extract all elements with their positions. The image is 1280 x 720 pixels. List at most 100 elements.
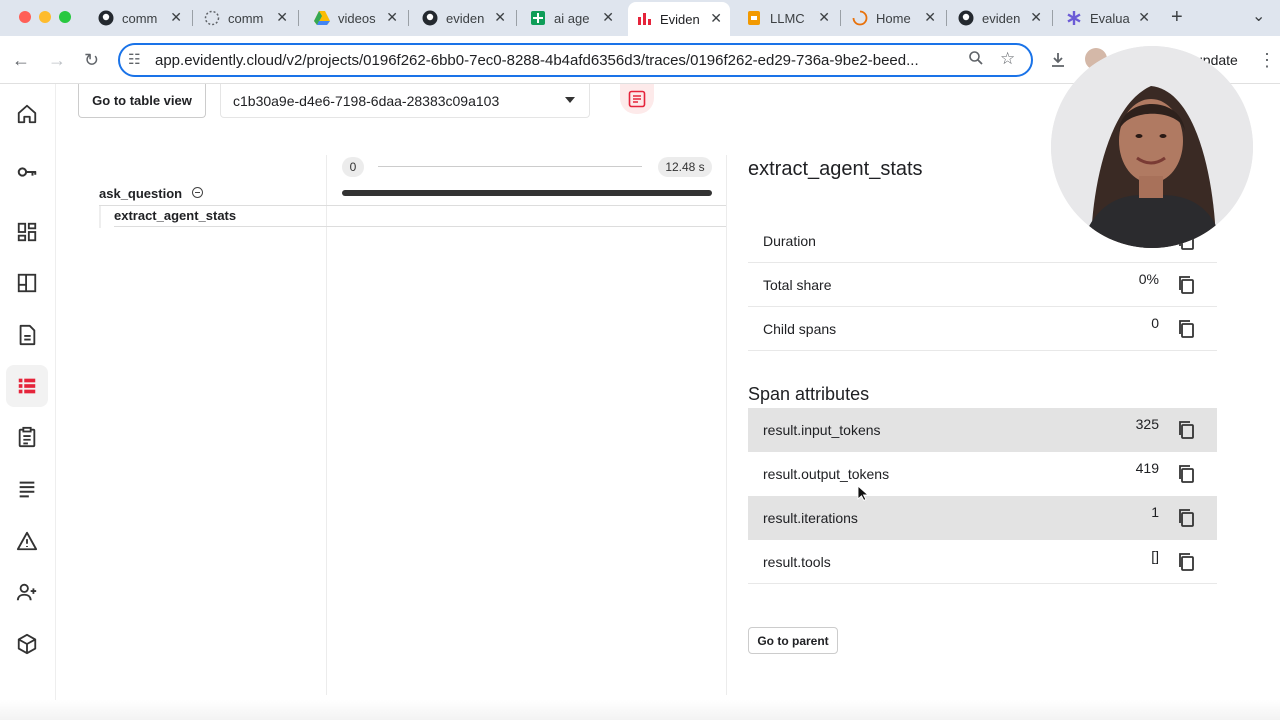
back-arrow-icon[interactable]: ← [12,50,30,71]
attribute-value: 1 [1151,504,1159,520]
github-icon [958,10,974,26]
span-name-selected[interactable]: extract_agent_stats [114,208,236,223]
tab-title: Evalua [1090,10,1130,26]
sidebar-item-home[interactable] [6,93,48,135]
webcam-video-overlay [1051,46,1253,248]
tab-title: eviden [446,10,485,26]
go-to-parent-button[interactable]: Go to parent [748,627,838,654]
sidebar-item-alerts[interactable] [6,520,48,562]
copy-icon[interactable] [1177,552,1195,572]
sidebar-item-traces[interactable] [6,365,48,407]
close-icon[interactable]: ✕ [818,9,830,26]
attribute-row: result.tools [] [748,540,1217,584]
close-icon[interactable]: ✕ [276,9,288,26]
forward-arrow-icon[interactable]: → [48,50,66,71]
copy-icon[interactable] [1177,464,1195,484]
sidebar-item-dashboard[interactable] [6,211,48,253]
reload-icon[interactable]: ↻ [84,50,99,71]
layout-icon [17,273,37,293]
copy-icon[interactable] [1177,275,1195,295]
trace-id-value: c1b30a9e-d4e6-7198-6daa-28383c09a103 [233,92,500,109]
browser-tab[interactable]: ai age ✕ [522,4,622,32]
tab-search-chevron-icon[interactable]: ⌄ [1252,6,1265,26]
browser-tab-active[interactable]: Eviden ✕ [628,2,730,36]
attribute-key: result.input_tokens [763,422,881,438]
browser-tab[interactable]: Evalua ✕ [1058,4,1158,32]
tab-title: ai age [554,10,590,26]
sidebar-item-datasets[interactable] [6,314,48,356]
more-menu-icon[interactable]: ⋮ [1258,50,1276,71]
address-bar[interactable]: ☷ app.evidently.cloud/v2/projects/0196f2… [118,43,1033,77]
mouse-cursor-icon [857,485,869,501]
stat-value: 0% [1138,271,1159,287]
sidebar-item-evaluations[interactable] [6,416,48,458]
close-icon[interactable]: ✕ [924,9,936,26]
browser-tab[interactable]: comm ✕ [196,4,296,32]
stat-value: 0 [1151,315,1159,331]
notes-button[interactable] [620,84,654,114]
window-minimize-button[interactable] [39,11,51,23]
spinner-icon [852,10,868,26]
tab-title: Eviden [660,11,700,27]
span-attributes-heading: Span attributes [748,384,870,404]
zoom-icon[interactable] [968,50,984,66]
row-divider [114,226,726,227]
tab-title: Home [876,10,911,26]
attribute-key: result.iterations [763,510,858,526]
dashboard-icon [17,222,37,242]
sidebar-item-integrations[interactable] [6,623,48,665]
new-tab-button[interactable]: + [1171,6,1183,29]
tab-title: LLMC [770,10,805,26]
trace-selector[interactable]: c1b30a9e-d4e6-7198-6daa-28383c09a103 [220,84,590,118]
close-icon[interactable]: ✕ [494,9,506,26]
presenter-avatar [1051,46,1253,248]
tab-title: comm [122,10,158,26]
close-icon[interactable]: ✕ [170,9,182,26]
warning-icon [16,531,38,551]
attribute-key: result.tools [763,554,831,570]
copy-icon[interactable] [1177,508,1195,528]
close-icon[interactable]: ✕ [1138,9,1150,26]
evidently-icon [638,13,651,25]
sidebar-item-reports[interactable] [6,262,48,304]
tree-indent-guide [99,206,101,228]
timeline-start-label: 0 [342,157,364,177]
url-text[interactable]: app.evidently.cloud/v2/projects/0196f262… [155,52,955,69]
slides-icon [748,11,760,25]
app-sidebar [0,84,56,720]
window-zoom-button[interactable] [59,11,71,23]
browser-tab[interactable]: eviden ✕ [414,4,514,32]
span-duration-bar[interactable] [342,190,712,196]
sidebar-item-prompts[interactable] [6,468,48,510]
close-icon[interactable]: ✕ [710,10,722,27]
text-lines-icon [19,481,35,498]
bookmark-star-icon[interactable]: ☆ [1000,49,1015,69]
browser-tab[interactable]: eviden ✕ [950,4,1050,32]
span-details-title: extract_agent_stats [748,158,923,180]
close-icon[interactable]: ✕ [602,9,614,26]
asterisk-icon [1067,11,1081,25]
stat-row: Child spans 0 [748,307,1217,351]
copy-icon[interactable] [1177,319,1195,339]
go-to-table-view-button[interactable]: Go to table view [78,84,206,118]
sidebar-item-api-keys[interactable] [6,151,48,193]
attribute-value: 325 [1135,416,1159,432]
close-icon[interactable]: ✕ [386,9,398,26]
sidebar-item-users[interactable] [6,571,48,613]
collapse-icon[interactable] [192,187,203,198]
window-close-button[interactable] [19,11,31,23]
copy-icon[interactable] [1177,420,1195,440]
caret-down-icon [565,97,575,103]
browser-tab[interactable]: comm ✕ [90,4,190,32]
browser-tab[interactable]: LLMC ✕ [738,4,838,32]
google-drive-icon [314,11,330,25]
span-name[interactable]: ask_question [99,186,182,201]
download-icon[interactable] [1049,51,1067,69]
attribute-row: result.iterations 1 [748,496,1217,540]
site-info-icon[interactable]: ☷ [128,51,141,68]
timeline-end-label: 12.48 s [658,157,712,177]
browser-tab[interactable]: videos ✕ [306,4,406,32]
stat-row: Total share 0% [748,263,1217,307]
close-icon[interactable]: ✕ [1030,9,1042,26]
browser-tab[interactable]: Home ✕ [844,4,944,32]
